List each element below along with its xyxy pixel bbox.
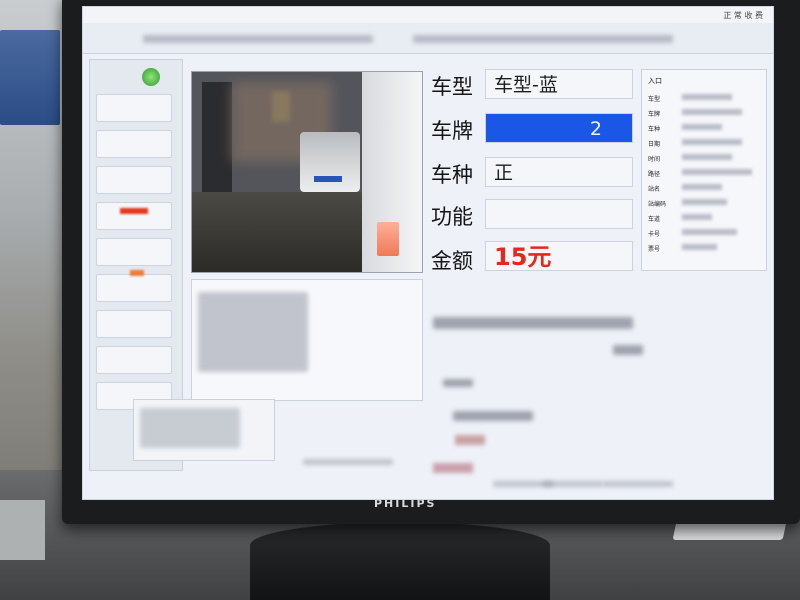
bottom-blur — [140, 408, 240, 448]
info-blur-5 — [455, 435, 485, 445]
field-plate: 2 — [485, 113, 633, 143]
left-button-8[interactable] — [96, 346, 172, 374]
desk-object — [0, 500, 45, 560]
entry-row-station-code: 站编码 — [648, 201, 667, 208]
left-button-5[interactable] — [96, 238, 172, 266]
entry-value — [682, 229, 737, 235]
entry-value — [682, 139, 742, 145]
status-light-icon — [142, 68, 160, 86]
camera-vehicle — [300, 132, 360, 192]
entry-row-time: 时间 — [648, 156, 661, 163]
entry-row-date: 日期 — [648, 141, 661, 148]
entry-row-ticket: 票号 — [648, 246, 661, 253]
camera-view — [191, 71, 423, 273]
left-button-3[interactable] — [96, 166, 172, 194]
entry-value — [682, 199, 727, 205]
entry-value — [682, 184, 722, 190]
menu-bar — [83, 23, 773, 54]
footer-blur-3 — [543, 481, 603, 487]
entry-value — [682, 214, 712, 220]
entry-value — [682, 124, 722, 130]
entry-title: 入口 — [648, 77, 662, 85]
field-label-plate: 车牌 — [431, 119, 473, 143]
field-label-vehicle-class: 车种 — [431, 163, 473, 187]
entry-value — [682, 244, 717, 250]
title-bar: 正 常 收 费 — [83, 7, 773, 23]
field-label-vehicle-type: 车型 — [431, 75, 473, 99]
left-button-2[interactable] — [96, 130, 172, 158]
menu-blurred-2 — [413, 35, 673, 43]
camera-pillar — [202, 82, 232, 192]
entry-row-station: 站名 — [648, 186, 661, 193]
entry-value — [682, 154, 732, 160]
entry-row-plate: 车牌 — [648, 111, 661, 118]
log-panel — [191, 279, 423, 401]
left-button-6[interactable] — [96, 274, 172, 302]
camera-cone — [377, 222, 399, 256]
field-label-amount: 金额 — [431, 249, 473, 273]
entry-row-lane: 车道 — [648, 216, 661, 223]
left-button-1[interactable] — [96, 94, 172, 122]
log-text-blur — [198, 292, 308, 372]
entry-value — [682, 169, 752, 175]
toll-app-screen: 正 常 收 费 车型 车型-蓝 车牌 2 车种 正 功能 金额 15元 入口 车… — [82, 6, 774, 500]
entry-row-card: 卡号 — [648, 231, 661, 238]
entry-row-route: 路径 — [648, 171, 661, 178]
field-label-function: 功能 — [431, 205, 473, 229]
truck-background — [0, 30, 60, 125]
info-blur-1 — [433, 317, 633, 329]
red-indicator — [120, 208, 148, 214]
field-vehicle-class: 正 — [485, 157, 633, 187]
info-blur-6 — [433, 463, 473, 473]
entry-value — [682, 94, 732, 100]
status-corner-text: 正 常 收 费 — [723, 11, 763, 20]
camera-plate — [314, 176, 342, 182]
left-button-4[interactable] — [96, 202, 172, 230]
field-amount: 15元 — [485, 241, 633, 271]
footer-blur-1 — [303, 459, 393, 465]
field-vehicle-type: 车型-蓝 — [485, 69, 633, 99]
field-function — [485, 199, 633, 229]
info-blur-2 — [613, 345, 643, 355]
info-blur-4 — [453, 411, 533, 421]
entry-info-panel: 入口 车型 车牌 车种 日期 时间 路径 站名 站编码 车道 卡号 票号 — [641, 69, 767, 271]
entry-row-class: 车种 — [648, 126, 661, 133]
left-button-7[interactable] — [96, 310, 172, 338]
monitor-stand — [250, 522, 550, 600]
menu-blurred — [143, 35, 373, 43]
orange-indicator — [130, 270, 144, 276]
info-blur-3 — [443, 379, 473, 387]
entry-row-vehicle-type: 车型 — [648, 96, 661, 103]
bottom-left-panel — [133, 399, 275, 461]
entry-value — [682, 109, 742, 115]
footer-blur-4 — [603, 481, 673, 487]
